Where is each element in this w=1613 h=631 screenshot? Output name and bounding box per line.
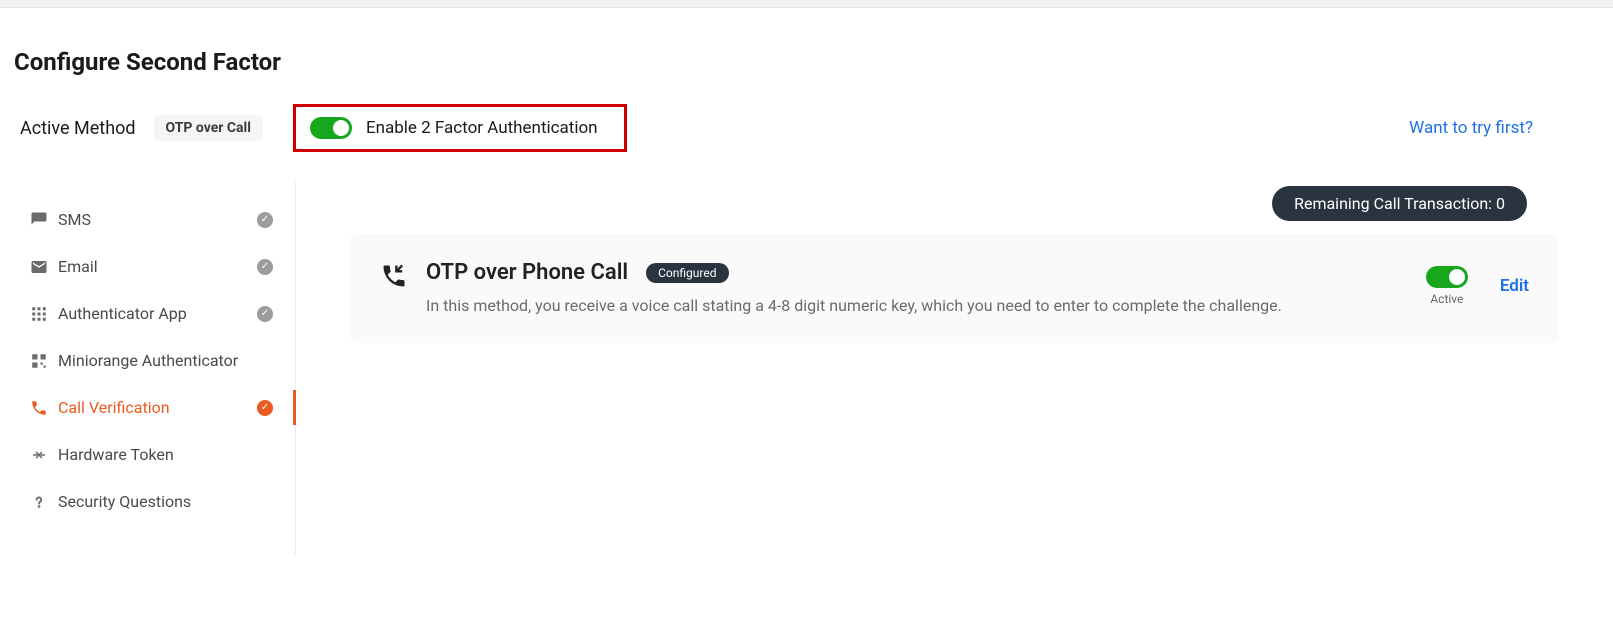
method-description: In this method, you receive a voice call…	[426, 295, 1406, 317]
grid-icon	[30, 305, 48, 323]
method-title: OTP over Phone Call	[426, 260, 628, 285]
method-title-row: OTP over Phone Call Configured	[426, 260, 1406, 285]
active-caption: Active	[1430, 292, 1463, 306]
toggle-knob	[1449, 269, 1465, 285]
check-icon: ✓	[257, 259, 273, 275]
method-actions: Active Edit	[1426, 266, 1529, 306]
enable-2fa-toggle[interactable]	[310, 117, 352, 139]
sidebar-item-email[interactable]: Email ✓	[28, 243, 295, 290]
main-area: SMS ✓ Email ✓ Authenticator App ✓ Minior…	[0, 182, 1613, 555]
qr-icon	[30, 352, 48, 370]
sidebar-item-label: Authenticator App	[58, 304, 257, 323]
sidebar-item-authenticator-app[interactable]: Authenticator App ✓	[28, 290, 295, 337]
email-icon	[30, 258, 48, 276]
check-icon: ✓	[257, 306, 273, 322]
token-icon	[30, 446, 48, 464]
top-divider	[0, 0, 1613, 8]
phone-callback-icon	[380, 262, 408, 290]
sidebar-item-hardware-token[interactable]: Hardware Token	[28, 431, 295, 478]
check-icon: ✓	[257, 400, 273, 416]
sidebar-item-label: Email	[58, 257, 257, 276]
sidebar-item-call-verification[interactable]: Call Verification ✓	[28, 384, 295, 431]
try-first-link[interactable]: Want to try first?	[1409, 118, 1533, 138]
method-card: OTP over Phone Call Configured In this m…	[350, 234, 1559, 343]
question-icon	[30, 493, 48, 511]
content-pane: Remaining Call Transaction: 0 OTP over P…	[296, 182, 1613, 555]
sidebar-item-label: Security Questions	[58, 492, 279, 511]
sidebar-item-label: Call Verification	[58, 398, 257, 417]
active-method: Active Method OTP over Call	[20, 115, 263, 141]
sidebar-item-label: Hardware Token	[58, 445, 279, 464]
phone-icon	[30, 399, 48, 417]
active-toggle-wrap: Active	[1426, 266, 1468, 306]
edit-button[interactable]: Edit	[1500, 276, 1529, 296]
check-icon: ✓	[257, 212, 273, 228]
remaining-transaction-badge: Remaining Call Transaction: 0	[1272, 186, 1527, 221]
active-method-badge: OTP over Call	[154, 115, 263, 141]
page-title: Configure Second Factor	[0, 8, 1613, 104]
method-active-toggle[interactable]	[1426, 266, 1468, 288]
sidebar-item-security-questions[interactable]: Security Questions	[28, 478, 295, 525]
sidebar-item-label: SMS	[58, 210, 257, 229]
header-row: Active Method OTP over Call Enable 2 Fac…	[0, 104, 1613, 182]
method-body: OTP over Phone Call Configured In this m…	[426, 260, 1406, 317]
sms-icon	[30, 211, 48, 229]
configured-badge: Configured	[646, 263, 728, 283]
sidebar-item-sms[interactable]: SMS ✓	[28, 196, 295, 243]
enable-2fa-highlight-box: Enable 2 Factor Authentication	[293, 104, 627, 152]
sidebar-item-miniorange-auth[interactable]: Miniorange Authenticator	[28, 337, 295, 384]
enable-2fa-label: Enable 2 Factor Authentication	[366, 118, 598, 138]
active-method-label: Active Method	[20, 118, 136, 139]
toggle-knob	[333, 120, 349, 136]
sidebar: SMS ✓ Email ✓ Authenticator App ✓ Minior…	[28, 182, 296, 555]
sidebar-item-label: Miniorange Authenticator	[58, 351, 279, 370]
